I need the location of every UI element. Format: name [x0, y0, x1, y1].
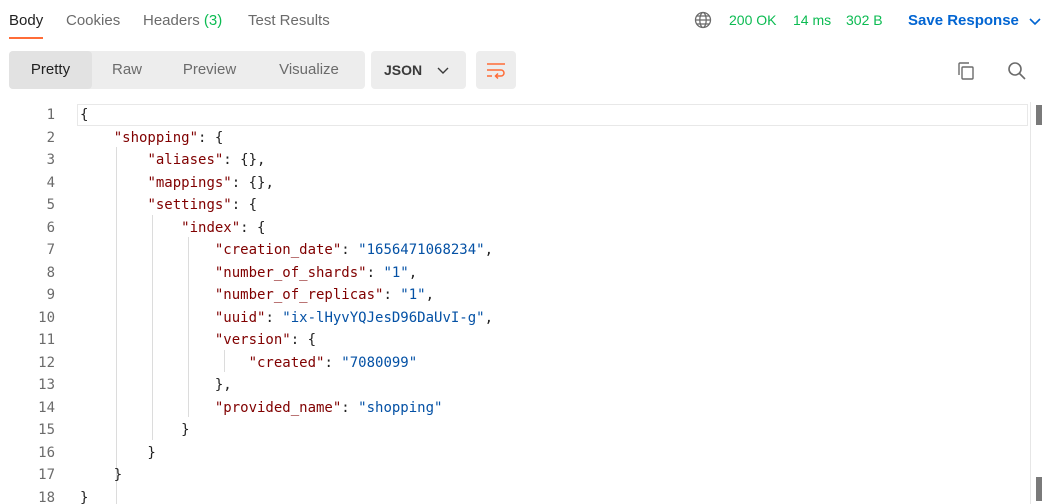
code-line[interactable]: 14 "provided_name": "shopping": [0, 397, 1030, 420]
line-number: 15: [38, 422, 55, 438]
code-line[interactable]: 13 },: [0, 374, 1030, 397]
code-text: "version": {: [214, 332, 317, 348]
line-number: 14: [38, 399, 55, 416]
scrollbar-thumb-bottom[interactable]: [1036, 477, 1042, 501]
line-number: 2: [46, 129, 55, 146]
code-line[interactable]: 11 "version": {: [0, 329, 1030, 352]
wrap-lines-button[interactable]: [476, 51, 516, 89]
line-number: 17: [38, 467, 55, 483]
code-line[interactable]: 6 "index": {: [0, 217, 1030, 240]
code-line[interactable]: 9 "number_of_replicas": "1",: [0, 284, 1030, 307]
line-number: 13: [38, 377, 55, 393]
code-text: "aliases": {},: [147, 152, 266, 168]
code-text: }: [80, 489, 89, 504]
code-line[interactable]: 16 }: [0, 442, 1030, 465]
line-number: 11: [38, 332, 55, 348]
code-text: "provided_name": "shopping": [214, 399, 443, 416]
code-text: "number_of_shards": "1",: [214, 264, 418, 281]
tab-body[interactable]: Body: [9, 12, 44, 42]
code-line[interactable]: 5 "settings": {: [0, 194, 1030, 217]
code-text: "created": "7080099": [248, 354, 418, 371]
code-line[interactable]: 4 "mappings": {},: [0, 172, 1030, 195]
chevron-down-icon: [437, 67, 449, 74]
code-line[interactable]: 12 "created": "7080099": [0, 352, 1030, 375]
code-text: "mappings": {},: [147, 174, 274, 191]
code-line[interactable]: 18}: [0, 487, 1030, 504]
chevron-down-icon[interactable]: [1028, 14, 1042, 28]
line-number: 7: [46, 242, 55, 258]
line-number: 16: [38, 444, 55, 461]
line-number: 12: [38, 354, 55, 371]
tab-test-results-label: Test Results: [248, 12, 330, 29]
code-line[interactable]: 10 "uuid": "ix-lHyvYQJesD96DaUvI-g",: [0, 307, 1030, 330]
headers-count: (3): [203, 12, 223, 29]
view-raw-button[interactable]: Raw: [92, 51, 162, 89]
save-response-button[interactable]: Save Response: [908, 12, 1019, 29]
code-text: "number_of_replicas": "1",: [214, 287, 435, 303]
line-number: 18: [38, 489, 55, 504]
tab-test-results[interactable]: Test Results: [248, 12, 330, 42]
code-text: {: [80, 107, 89, 123]
code-line[interactable]: 2 "shopping": {: [0, 127, 1030, 150]
code-text: "index": {: [181, 219, 266, 236]
view-visualize-button[interactable]: Visualize: [257, 51, 361, 89]
view-mode-selector: Pretty Raw Preview Visualize: [9, 51, 365, 89]
tab-headers[interactable]: Headers (3): [143, 12, 222, 42]
code-text: },: [80, 377, 232, 393]
line-number: 3: [46, 152, 55, 168]
tab-cookies[interactable]: Cookies: [66, 12, 120, 42]
line-number: 8: [46, 264, 55, 281]
code-text: }: [80, 467, 123, 483]
code-line[interactable]: 3 "aliases": {},: [0, 149, 1030, 172]
line-number: 10: [38, 309, 55, 326]
code-line[interactable]: 17 }: [0, 464, 1030, 487]
format-dropdown[interactable]: JSON: [371, 51, 466, 89]
line-number: 4: [46, 174, 55, 191]
response-toolbar: Pretty Raw Preview Visualize JSON: [0, 50, 1056, 92]
search-icon[interactable]: [1005, 59, 1029, 83]
wrap-lines-icon: [487, 63, 505, 80]
line-number: 5: [46, 197, 55, 213]
code-text: "uuid": "ix-lHyvYQJesD96DaUvI-g",: [214, 309, 494, 326]
line-number: 6: [46, 219, 55, 236]
status-code[interactable]: 200 OK: [729, 12, 776, 28]
code-text: }: [80, 444, 156, 461]
tab-headers-label: Headers: [143, 12, 200, 29]
response-time[interactable]: 14 ms: [793, 12, 831, 28]
response-size[interactable]: 302 B: [846, 12, 883, 28]
vertical-scrollbar[interactable]: [1030, 102, 1047, 504]
code-text: "settings": {: [147, 197, 258, 213]
globe-icon[interactable]: [694, 11, 712, 29]
tab-body-label: Body: [9, 12, 44, 29]
line-number: 9: [46, 287, 55, 303]
code-line[interactable]: 15 }: [0, 419, 1030, 442]
response-body-editor[interactable]: 1{2 "shopping": {3 "aliases": {}, 4 "mapp…: [0, 102, 1056, 504]
copy-icon[interactable]: [954, 59, 978, 83]
code-text: "creation_date": "1656471068234",: [214, 242, 494, 258]
scrollbar-thumb-top[interactable]: [1036, 105, 1042, 125]
code-text: }: [80, 422, 190, 438]
tab-cookies-label: Cookies: [66, 12, 121, 29]
view-pretty-button[interactable]: Pretty: [9, 51, 92, 89]
view-preview-button[interactable]: Preview: [162, 51, 257, 89]
code-text: "shopping": {: [113, 129, 224, 146]
response-tab-bar: Body Cookies Headers (3) Test Results 20…: [0, 0, 1056, 42]
code-line[interactable]: 1{: [0, 104, 1030, 127]
line-number: 1: [46, 107, 55, 123]
code-line[interactable]: 8 "number_of_shards": "1",: [0, 262, 1030, 285]
format-label: JSON: [384, 62, 423, 78]
code-line[interactable]: 7 "creation_date": "1656471068234",: [0, 239, 1030, 262]
